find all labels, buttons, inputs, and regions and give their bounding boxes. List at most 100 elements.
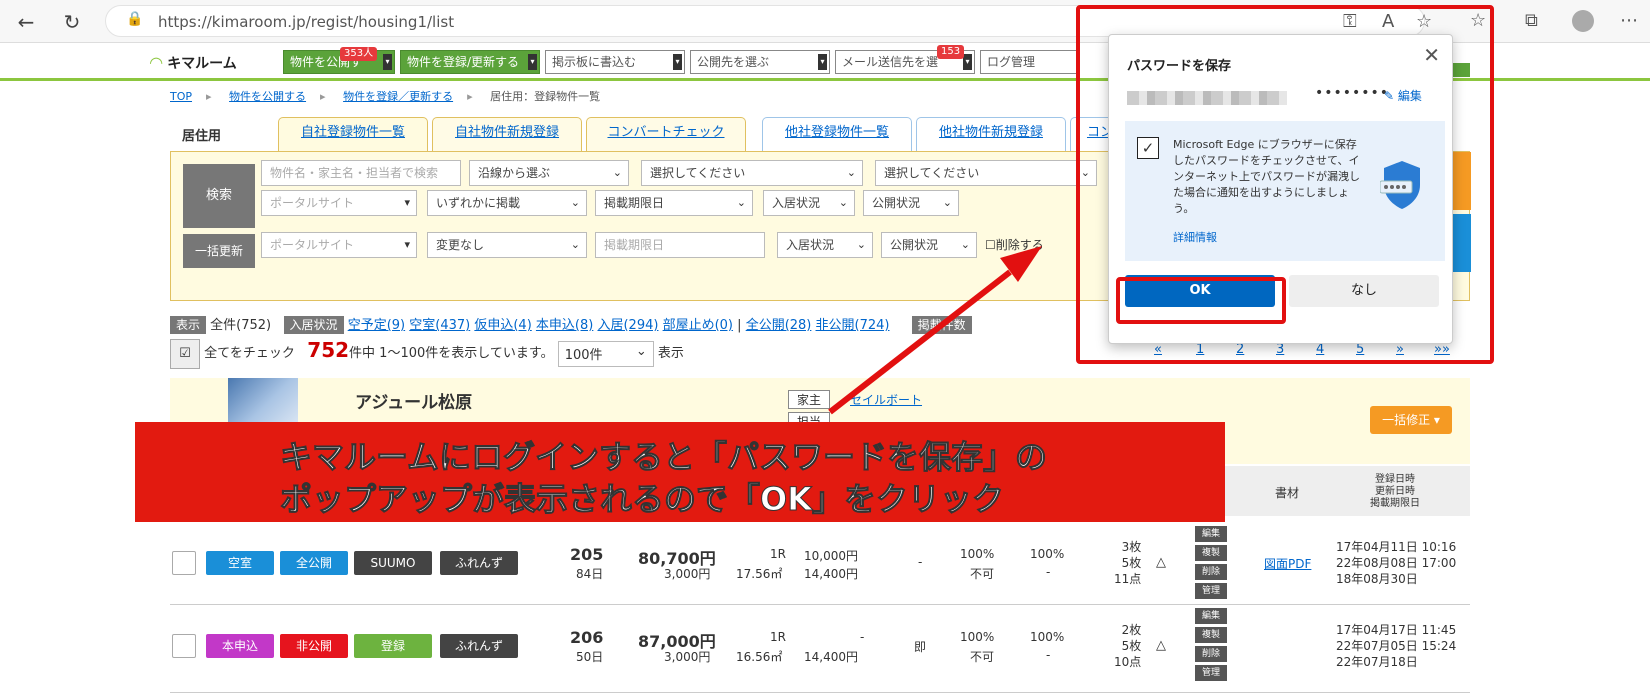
owner-tag: 家主 [788,390,831,409]
ad1: 100% [960,547,995,561]
line-select[interactable]: 沿線から選ぶ ⌄ [469,160,629,186]
crumb-register[interactable]: 物件を登録／更新する [343,90,453,103]
banner-line-2: ポップアップが表示されるので「OK」をクリック [279,480,1005,519]
log-button[interactable]: ログ管理 [980,50,1080,74]
chevron-down-icon: ▾ [404,238,410,251]
filter-link[interactable]: 本申込(8) [536,318,593,333]
portal-badge: 登録 [354,634,432,658]
dates: 17年04月17日 11:45 22年07月05日 15:24 22年07月18日 [1336,623,1457,669]
listing-count-tag: 掲載件数 [911,316,972,334]
layout: 1R [770,630,786,644]
ad2-b: - [1046,565,1051,579]
status-badge: 非公開 [280,634,348,658]
listing-select[interactable]: いずれかに掲載 ⌄ [427,190,587,216]
bulk-pub-select[interactable]: 公開状況 ⌄ [881,232,977,258]
back-icon[interactable]: ← [12,8,40,36]
register-button[interactable]: 物件を登録/更新する ▾ [400,50,540,74]
move-status-select[interactable]: 入居状況 ⌄ [763,190,855,216]
chevron-down-icon: ▾ [673,54,682,70]
banner-line-1: キマルームにログインすると「パスワードを保存」の [279,438,1048,477]
deadline-select[interactable]: 掲載期限日 ⌄ [595,190,753,216]
portal-badge: SUUMO [354,551,432,575]
count-row: ☑ 全てをチェック 752件中 1～100件を表示しています。 100件 ⌄ 表示 [170,338,684,372]
copy-button[interactable]: 複製 [1195,627,1227,643]
delete-button[interactable]: 削除 [1195,564,1227,580]
owner-link[interactable]: セイルボート [850,391,922,408]
fee: 3,000円 [664,567,711,581]
manage-button[interactable]: 管理 [1195,665,1227,681]
check-all-label[interactable]: 全てをチェック [204,346,295,361]
bulk-portal-select[interactable]: ポータルサイト ▾ [261,232,417,258]
tab-own-list[interactable]: 自社登録物件一覧 [278,117,428,151]
manage-button[interactable]: 管理 [1195,583,1227,599]
tab-other-new[interactable]: 他社物件新規登録 [916,117,1066,151]
filter-link[interactable]: 全公開(28) [746,318,812,333]
status-badge: 全公開 [280,551,348,575]
pub-status-select[interactable]: 公開状況 ⌄ [863,190,959,216]
bulk-deadline-input[interactable]: 掲載期限日 [595,232,765,258]
lock-icon: 🔒 [126,11,144,27]
edit-button[interactable]: 編集 [1195,608,1227,624]
room-number: 205 [570,545,604,564]
avatar[interactable] [1572,10,1594,32]
url-text: https://kimaroom.jp/regist/housing1/list [158,13,455,31]
filter-link[interactable]: 部屋止め(0) [663,318,733,333]
bulk-move-select[interactable]: 入居状況 ⌄ [777,232,873,258]
filter-link[interactable]: 非公開(724) [816,318,890,333]
crumb-top[interactable]: TOP [170,90,192,103]
tab-other-list[interactable]: 他社登録物件一覧 [762,117,912,151]
row-checkbox[interactable] [172,551,196,575]
crumb-sep: ▸ [467,90,473,103]
row-checkbox[interactable] [172,634,196,658]
crumb-sep: ▸ [206,90,212,103]
ad1-b: 不可 [970,567,995,581]
select-pub-button[interactable]: 公開先を選ぶ ▾ [690,50,830,74]
ad2: 100% [1030,547,1065,561]
all-count: 全件(752) [210,318,272,333]
board-button[interactable]: 掲示板に書込む ▾ [545,50,685,74]
edit-button[interactable]: 編集 [1195,526,1227,542]
chevron-down-icon: ⌄ [942,196,952,209]
logo[interactable]: ◠ キマルーム [150,53,237,73]
select-1[interactable]: 選択してください ⌄ [641,160,863,186]
more-icon[interactable]: ⋯ [1620,10,1638,31]
copy-button[interactable]: 複製 [1195,545,1227,561]
pdf-link[interactable]: 図面PDF [1264,555,1311,572]
portal-badge: ふれんず [440,634,518,658]
check-all-icon[interactable]: ☑ [170,338,200,369]
photo-count: 2枚 5枚 10点 [1114,623,1142,669]
filter-link[interactable]: 入居(294) [597,318,658,333]
tab-own-new[interactable]: 自社物件新規登録 [432,117,582,151]
chevron-down-icon: ⌄ [856,238,866,251]
bulk-fix-button[interactable]: 一括修正 ▾ [1370,406,1452,434]
layout: 1R [770,547,786,561]
breadcrumb: TOP ▸ 物件を公開する ▸ 物件を登録／更新する ▸ 居住用：登録物件一覧 [170,88,614,104]
filter-link[interactable]: 空室(437) [409,318,470,333]
publish-button[interactable]: 物件を公開す ▾ [283,50,395,74]
collections-icon[interactable]: ⧉ [1525,10,1538,31]
area: 16.56㎡ [736,650,783,664]
chevron-down-icon: ⌄ [846,166,856,179]
chevron-down-icon: ⌄ [960,238,970,251]
search-input[interactable]: 物件名・家主名・担当者で検索 [261,160,461,186]
property-name[interactable]: アジュール松原 [355,388,472,413]
move-tag: 入居状況 [283,316,344,334]
filter-link[interactable]: 仮申込(4) [474,318,531,333]
bulk-delete-checkbox[interactable]: ☐削除する [985,236,1044,253]
logo-icon: ◠ [150,53,163,72]
delete-button[interactable]: 削除 [1195,646,1227,662]
filter-link[interactable]: 空予定(9) [348,318,405,333]
mail-badge: 153 [937,45,965,59]
tab-convert-check[interactable]: コンバートチェック [586,117,746,151]
section-label: 居住用 [182,129,222,144]
bulk-change-select[interactable]: 変更なし ⌄ [427,232,587,258]
status-filter-row: 表示 全件(752) 入居状況 空予定(9) 空室(437) 仮申込(4) 本申… [170,314,972,334]
crumb-publish[interactable]: 物件を公開する [229,90,306,103]
display-tag: 表示 [170,316,207,334]
portal-select[interactable]: ポータルサイト ▾ [261,190,417,216]
select-2[interactable]: 選択してください ⌄ [875,160,1097,186]
refresh-icon[interactable]: ↻ [58,8,86,36]
publish-badge: 353人 [340,47,378,61]
table-row: 空室 全公開 SUUMO ふれんず 205 84日 80,700円 3,000円… [170,525,1470,605]
per-page-select[interactable]: 100件 ⌄ [557,340,654,367]
